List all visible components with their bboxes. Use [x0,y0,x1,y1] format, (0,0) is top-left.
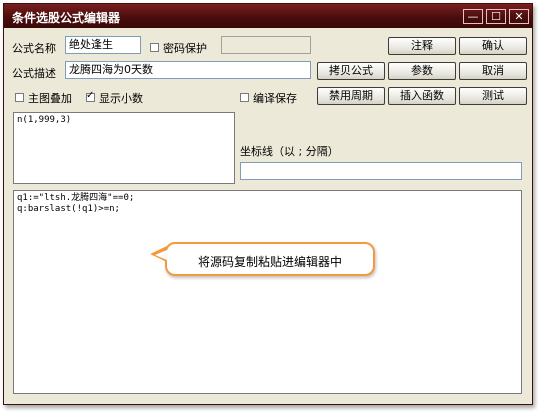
main-overlay-label: 主图叠加 [28,92,72,105]
formula-desc-label: 公式描述 [12,67,56,80]
test-button[interactable]: 测试 [459,87,527,105]
params-text: n(1,999,3) [17,115,72,125]
formula-desc-input[interactable]: 龙腾四海为0天数 [65,61,311,79]
params-button[interactable]: 参数 [388,62,456,80]
minimize-button[interactable]: — [463,9,483,24]
confirm-button[interactable]: 确认 [459,37,527,55]
password-checkbox[interactable] [150,43,159,52]
close-button[interactable]: ✕ [509,9,529,24]
disable-period-button[interactable]: 禁用周期 [317,87,385,105]
copy-formula-button[interactable]: 拷贝公式 [317,62,385,80]
code-line-1: q1:="ltsh.龙腾四海"==0; [17,193,135,203]
params-textarea[interactable]: n(1,999,3) [13,112,235,184]
insert-function-button[interactable]: 插入函数 [388,87,456,105]
formula-name-input[interactable]: 绝处逢生 [65,36,141,54]
compile-save-checkbox[interactable] [240,93,249,102]
coord-line-input[interactable] [240,162,522,180]
instruction-callout: 将源码复制粘贴进编辑器中 [165,242,375,276]
title-bar: 条件选股公式编辑器 — ☐ ✕ [4,4,532,28]
show-decimal-label: 显示小数 [99,92,143,105]
window-title: 条件选股公式编辑器 [12,11,121,25]
code-editor[interactable]: q1:="ltsh.龙腾四海"==0; q:barslast(!q1)>=n; [13,190,522,394]
password-label: 密码保护 [163,42,207,55]
code-line-2: q:barslast(!q1)>=n; [17,204,120,214]
formula-editor-window: 条件选股公式编辑器 — ☐ ✕ 公式名称 绝处逢生 密码保护 注释 确认 公式描… [3,3,533,405]
maximize-button[interactable]: ☐ [486,9,506,24]
annotate-button[interactable]: 注释 [388,37,456,55]
main-overlay-checkbox[interactable] [15,93,24,102]
formula-name-label: 公式名称 [12,42,56,55]
cancel-button[interactable]: 取消 [459,62,527,80]
callout-tail-inner [155,250,167,260]
coord-line-label: 坐标线（以 ; 分隔） [240,145,339,158]
password-input [221,36,311,54]
show-decimal-checkbox[interactable] [86,90,95,102]
compile-save-label: 编译保存 [253,92,297,105]
callout-text: 将源码复制粘贴进编辑器中 [197,255,342,269]
